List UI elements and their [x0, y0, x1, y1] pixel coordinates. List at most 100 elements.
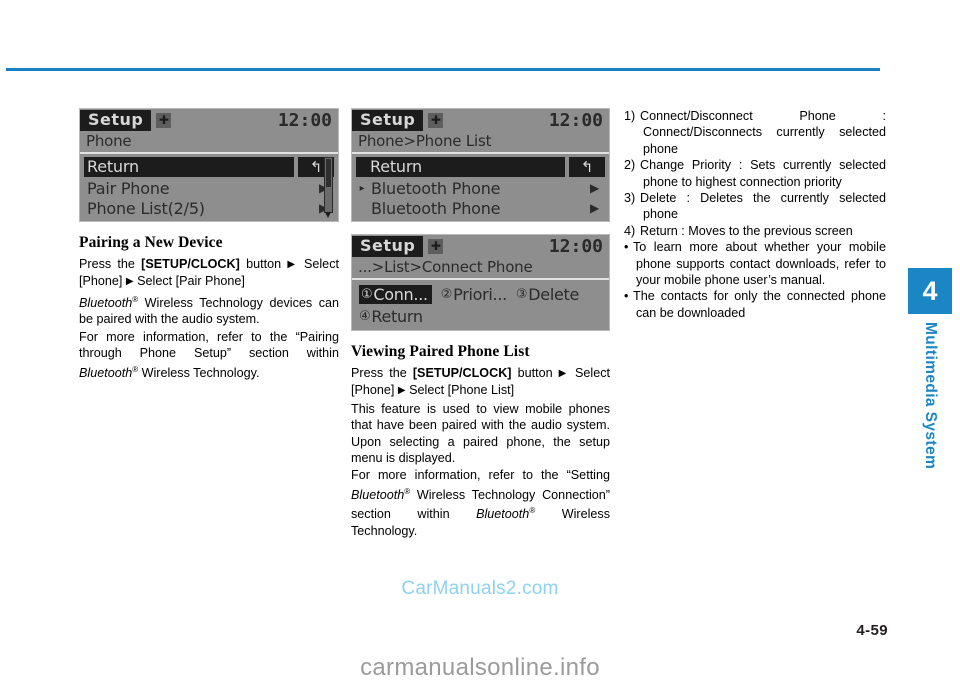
bluetooth-wordmark: Bluetooth — [79, 365, 133, 380]
step-arrow-icon: ▶ — [397, 385, 406, 397]
column-middle: Setup ✚ 12:00 Phone>Phone List Return ↰ … — [351, 108, 610, 539]
list-item: • To learn more about whether your mobile… — [624, 239, 886, 288]
bluetooth-wordmark: Bluetooth — [351, 488, 405, 503]
screen-breadcrumb: Phone — [80, 131, 338, 154]
pairing-para-2-post: Wireless Technology. — [138, 365, 260, 380]
chevron-right-icon: ▶ — [589, 201, 599, 215]
menu-item-connect[interactable]: ① Conn... — [359, 284, 432, 304]
screen-connect-phone: Setup ✚ 12:00 ...>List>Connect Phone ① Co… — [351, 234, 610, 331]
screen-breadcrumb: ...>List>Connect Phone — [352, 257, 609, 280]
screen-clock: 12:00 — [548, 235, 603, 257]
chapter-title-vertical: Multimedia System — [922, 322, 939, 470]
list-item: 2) Change Priority : Sets currently selec… — [624, 157, 886, 190]
screen-tab-label: Setup — [80, 109, 152, 131]
chapter-number-badge: 4 — [908, 268, 952, 314]
menu-item-label: Priori... — [453, 284, 507, 304]
step-button-tail: button — [246, 257, 282, 271]
scrollbar-down-arrow-icon[interactable] — [325, 212, 331, 218]
menu-item-return-label: Return — [84, 157, 294, 177]
pairing-para-2: For more information, refer to the “Pair… — [79, 329, 339, 381]
menu-item-label: Bluetooth Phone — [371, 198, 501, 218]
viewing-para-1: This feature is used to view mobile phon… — [351, 401, 610, 466]
step-button-tail: button — [517, 366, 553, 380]
bullet-icon: • — [624, 240, 629, 255]
chevron-right-icon: ▶ — [589, 181, 599, 195]
number-1-icon: ① — [361, 286, 373, 302]
connect-phone-options-list: 1) Connect/Disconnect Phone : Connect/Dis… — [624, 108, 886, 239]
screen-tab-label: Setup — [352, 235, 424, 257]
list-item-text: Delete : Deletes the currently selected … — [640, 191, 886, 222]
menu-item-bluetooth-phone-1[interactable]: ▸ Bluetooth Phone ▶ — [356, 178, 605, 198]
menu-item-priority[interactable]: ② Priori... — [441, 285, 507, 304]
menu-item-label: Phone List(2/5) — [87, 198, 205, 218]
scrollbar-thumb[interactable] — [326, 159, 331, 187]
step-button-name: [SETUP/CLOCK] — [141, 257, 240, 271]
menu-item-return[interactable]: ④ Return — [359, 307, 423, 326]
step-arrow-icon: ▶ — [125, 276, 134, 288]
menu-item-pair-phone[interactable]: Pair Phone ▶ — [84, 178, 334, 198]
list-marker: 3) — [624, 191, 636, 206]
screen-menu-list: Return ↰ ▸ Bluetooth Phone ▶ Bluetooth P… — [352, 154, 609, 218]
column-right: 1) Connect/Disconnect Phone : Connect/Dis… — [624, 108, 886, 321]
selection-marker-icon: ▸ — [359, 182, 365, 194]
watermark-carmanualsonline: carmanualsonline.info — [360, 654, 600, 681]
bluetooth-icon: ✚ — [156, 112, 172, 128]
menu-item-label: Conn... — [373, 284, 428, 304]
numbered-menu-row-2: ④ Return — [356, 305, 605, 327]
header-rule — [6, 68, 880, 72]
number-3-icon: ③ — [515, 286, 528, 302]
screen-numbered-menu: ① Conn... ② Priori... ③ Delete ④ Return — [352, 280, 609, 327]
list-item-text: To learn more about whether your mobile … — [633, 240, 886, 288]
screen-setup-phone: Setup ✚ 12:00 Phone Return ↰ Pair Phone … — [79, 108, 339, 222]
menu-item-label: Bluetooth Phone — [371, 178, 501, 198]
bluetooth-wordmark: Bluetooth — [79, 296, 133, 310]
viewing-para-2: For more information, refer to the “Sett… — [351, 467, 610, 539]
step-press: Press the — [351, 366, 407, 380]
step-select-phone-list: Select [Phone List] — [409, 383, 515, 398]
screen-breadcrumb: Phone>Phone List — [352, 131, 609, 154]
numbered-menu-row-1: ① Conn... ② Priori... ③ Delete — [356, 283, 605, 305]
list-item: 3) Delete : Deletes the currently selecte… — [624, 190, 886, 223]
list-marker: 1) — [624, 109, 636, 123]
screen-menu-list: Return ↰ Pair Phone ▶ Phone List(2/5) ▶ — [80, 154, 338, 218]
screen-scrollbar[interactable] — [324, 157, 333, 218]
number-2-icon: ② — [440, 286, 453, 302]
screen-titlebar: Setup ✚ 12:00 — [80, 109, 338, 131]
contact-download-notes: • To learn more about whether your mobile… — [624, 239, 886, 321]
pairing-para-1: Bluetooth® Wireless Technology devices c… — [79, 292, 339, 328]
number-4-icon: ④ — [359, 308, 371, 324]
viewing-steps: Press the [SETUP/CLOCK] button ▶ Select … — [351, 365, 610, 400]
step-arrow-icon: ▶ — [558, 368, 569, 379]
list-marker: 4) — [624, 223, 636, 238]
menu-item-return-label: Return — [356, 157, 565, 177]
menu-item-phone-list[interactable]: Phone List(2/5) ▶ — [84, 198, 334, 218]
list-item-text: Connect/Disconnect Phone : Connect/Disco… — [640, 109, 886, 156]
menu-item-label: Return — [371, 306, 423, 326]
viewing-para-2-pre: For more information, refer to the “Sett… — [351, 468, 610, 483]
menu-item-delete[interactable]: ③ Delete — [516, 285, 579, 304]
screen-clock: 12:00 — [277, 109, 332, 131]
menu-item-return[interactable]: Return ↰ — [356, 157, 605, 177]
return-arrow-icon: ↰ — [569, 157, 605, 177]
column-left: Setup ✚ 12:00 Phone Return ↰ Pair Phone … — [79, 108, 339, 381]
section-heading-pairing: Pairing a New Device — [79, 234, 223, 251]
screen-titlebar: Setup ✚ 12:00 — [352, 235, 609, 257]
screen-clock: 12:00 — [548, 109, 603, 131]
screen-phone-list: Setup ✚ 12:00 Phone>Phone List Return ↰ … — [351, 108, 610, 222]
pairing-steps: Press the [SETUP/CLOCK] button ▶ Select … — [79, 256, 339, 291]
menu-item-label: Delete — [528, 284, 580, 304]
step-arrow-icon: ▶ — [287, 259, 298, 270]
menu-item-bluetooth-phone-2[interactable]: Bluetooth Phone ▶ — [356, 198, 605, 218]
list-item: 4) Return : Moves to the previous screen — [624, 223, 886, 239]
list-marker: 2) — [624, 158, 636, 173]
list-item: • The contacts for only the connected pho… — [624, 288, 886, 321]
screen-tab-label: Setup — [352, 109, 424, 131]
step-select-pair-phone: Select [Pair Phone] — [137, 274, 245, 289]
list-item-text: The contacts for only the connected phon… — [633, 289, 886, 320]
bullet-icon: • — [624, 289, 629, 304]
list-item-text: Return : Moves to the previous screen — [640, 223, 853, 238]
list-item-text: Change Priority : Sets currently selecte… — [640, 158, 886, 189]
screen-titlebar: Setup ✚ 12:00 — [352, 109, 609, 131]
menu-item-return[interactable]: Return ↰ — [84, 157, 334, 177]
bluetooth-icon: ✚ — [428, 238, 444, 254]
